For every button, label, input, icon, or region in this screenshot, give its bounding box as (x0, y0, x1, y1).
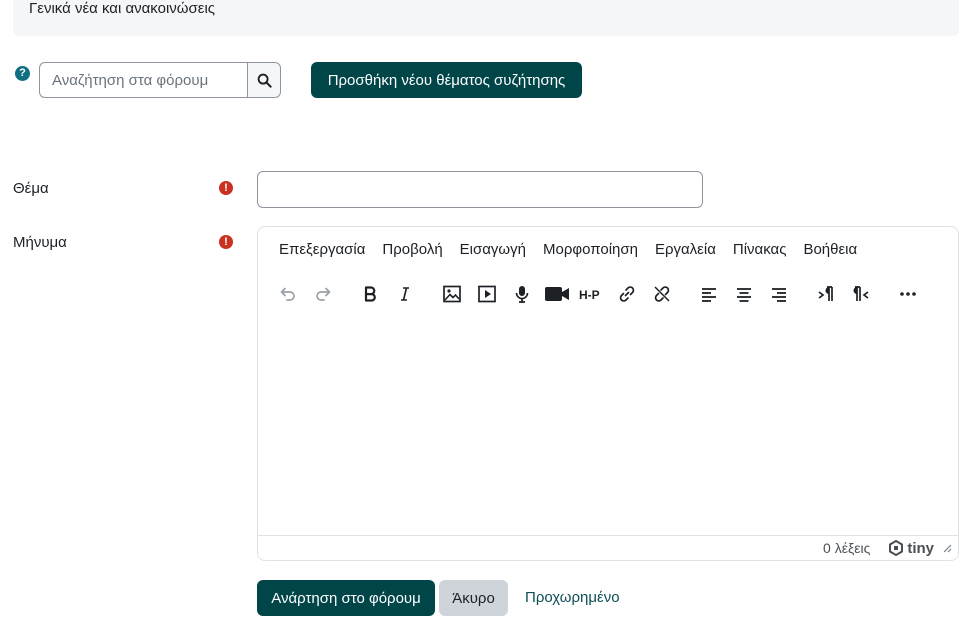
add-discussion-topic-button[interactable]: Προσθήκη νέου θέματος συζήτησης (311, 62, 582, 98)
menu-table[interactable]: Πίνακας (725, 240, 795, 260)
forum-description: Γενικά νέα και ανακοινώσεις (13, 0, 959, 36)
search-input[interactable] (39, 62, 248, 98)
tiny-logo[interactable]: tiny (888, 540, 934, 557)
rtl-icon (853, 286, 869, 301)
post-to-forum-button[interactable]: Ανάρτηση στο φόρουμ (257, 580, 435, 616)
media-icon (477, 285, 496, 303)
align-left-icon (701, 288, 716, 302)
more-button[interactable] (890, 277, 925, 311)
tiny-brand-text: tiny (907, 539, 934, 557)
undo-icon (280, 287, 295, 301)
align-center-icon (736, 288, 751, 302)
bold-button[interactable] (352, 277, 387, 311)
unlink-button[interactable] (644, 277, 679, 311)
record-audio-button[interactable] (504, 277, 539, 311)
video-camera-icon (544, 287, 569, 301)
svg-text:H-P: H-P (579, 288, 600, 301)
media-button[interactable] (469, 277, 504, 311)
ltr-button[interactable] (808, 277, 843, 311)
exclamation-circle-icon: ! (219, 181, 233, 195)
link-button[interactable] (609, 277, 644, 311)
align-left-button[interactable] (691, 277, 726, 311)
menu-format[interactable]: Μορφοποίηση (535, 240, 646, 260)
italic-button[interactable] (387, 277, 422, 311)
italic-icon (400, 287, 409, 301)
question-circle-icon[interactable]: ? (15, 66, 30, 81)
image-button[interactable] (434, 277, 469, 311)
menu-help[interactable]: Βοήθεια (795, 240, 865, 260)
h5p-button[interactable]: H-P (574, 277, 609, 311)
subject-input[interactable] (257, 171, 703, 208)
message-editor: Επεξεργασία Προβολή Εισαγωγή Μορφοποίηση… (257, 226, 959, 561)
editor-content-area[interactable] (258, 315, 958, 537)
align-right-button[interactable] (761, 277, 796, 311)
editor-statusbar: 0 λέξεις tiny (258, 535, 958, 560)
h5p-icon: H-P (579, 288, 600, 301)
record-video-button[interactable] (539, 277, 574, 311)
forum-description-text: Γενικά νέα και ανακοινώσεις (29, 0, 216, 17)
link-icon (619, 286, 634, 302)
ltr-icon (817, 286, 833, 301)
cancel-button[interactable]: Άκυρο (439, 580, 508, 616)
search-icon (257, 73, 272, 88)
microphone-icon (515, 286, 528, 303)
menu-insert[interactable]: Εισαγωγή (452, 240, 534, 260)
redo-button[interactable] (305, 277, 340, 311)
menu-view[interactable]: Προβολή (374, 240, 450, 260)
bold-icon (364, 286, 376, 302)
subject-label: Θέμα (13, 180, 49, 197)
exclamation-circle-icon: ! (219, 235, 233, 249)
align-right-icon (771, 288, 786, 302)
redo-icon (315, 287, 330, 301)
message-label: Μήνυμα (13, 234, 67, 251)
search-button[interactable] (247, 62, 281, 98)
word-count[interactable]: 0 λέξεις (823, 540, 870, 556)
editor-menubar: Επεξεργασία Προβολή Εισαγωγή Μορφοποίηση… (258, 227, 958, 273)
image-icon (442, 285, 461, 303)
undo-button[interactable] (270, 277, 305, 311)
editor-toolbar: H-P (258, 273, 958, 315)
unlink-icon (653, 286, 670, 302)
menu-edit[interactable]: Επεξεργασία (271, 240, 373, 260)
more-icon (899, 292, 916, 296)
align-center-button[interactable] (726, 277, 761, 311)
forum-search (39, 62, 281, 98)
resize-handle-icon[interactable] (942, 543, 952, 553)
advanced-link[interactable]: Προχωρημένο (525, 589, 620, 606)
rtl-button[interactable] (843, 277, 878, 311)
menu-tools[interactable]: Εργαλεία (647, 240, 724, 260)
tiny-brand-icon (889, 540, 904, 556)
